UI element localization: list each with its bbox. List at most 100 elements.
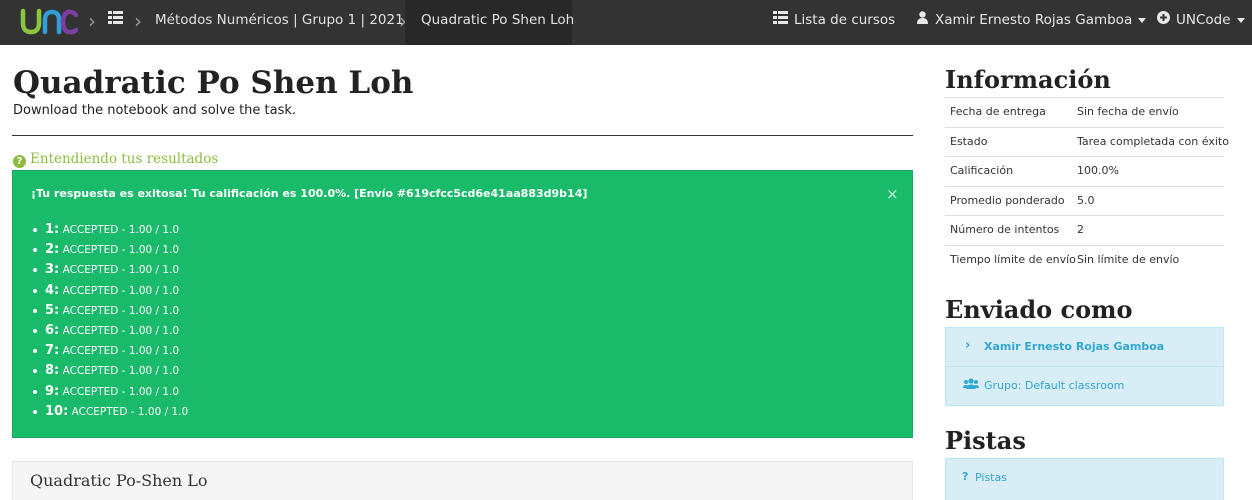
info-value: 100.0% [1077,164,1119,177]
test-status: ACCEPTED - 1.00 / 1.0 [62,365,180,378]
test-result-item: 7: ACCEPTED - 1.00 / 1.0 [33,342,188,362]
hints-item[interactable]: ? Pistas [946,459,1223,498]
test-number: 4: [45,282,60,298]
info-label: Tiempo límite de envío [950,252,1076,266]
test-status: ACCEPTED - 1.00 / 1.0 [71,405,189,418]
submitted-user-label: Xamir Ernesto Rojas Gamboa [984,340,1165,353]
hints-label: Pistas [975,471,1007,484]
user-menu-label: Xamir Ernesto Rojas Gamboa [935,12,1133,28]
info-row: Fecha de entrega Sin fecha de envío [945,97,1224,127]
test-result-item: 6: ACCEPTED - 1.00 / 1.0 [33,322,188,342]
bullet-icon [33,268,37,273]
info-row: Estado Tarea completada con éxito [945,126,1229,157]
divider [12,135,913,136]
breadcrumb-task[interactable]: Quadratic Po Shen Loh [421,11,574,29]
bullet-icon [33,369,37,374]
bullet-icon [33,349,37,354]
info-value: Sin fecha de envío [1077,105,1179,118]
test-status: ACCEPTED - 1.00 / 1.0 [62,385,180,398]
chevron-down-icon [1138,17,1147,23]
question-icon: ? [962,470,969,483]
hints-box: ? Pistas [945,458,1224,500]
breadcrumb-separator-icon: › [88,9,96,33]
test-result-item: 8: ACCEPTED - 1.00 / 1.0 [33,362,188,382]
test-result-item: 3: ACCEPTED - 1.00 / 1.0 [33,261,188,281]
info-label: Fecha de entrega [950,105,1046,118]
test-number: 6: [45,322,60,338]
bullet-icon [33,228,37,232]
submitted-group-item[interactable]: Grupo: Default classroom [946,367,1223,406]
info-row: Tiempo límite de envío Sin límite de env… [945,244,1224,275]
info-row: Calificación 100.0% [945,156,1224,186]
test-status: ACCEPTED - 1.00 / 1.0 [62,304,180,317]
user-menu[interactable]: Xamir Ernesto Rojas Gamboa [935,11,1147,29]
test-result-item: 4: ACCEPTED - 1.00 / 1.0 [33,282,188,302]
user-icon [917,11,928,24]
info-label: Estado [950,134,988,148]
chevron-down-icon [1236,17,1245,23]
list-icon[interactable] [108,11,123,24]
test-number: 3: [45,262,60,278]
courses-list-link[interactable]: Lista de cursos [794,11,895,29]
test-results-list: 1: ACCEPTED - 1.00 / 1.0 2: ACCEPTED - 1… [33,221,188,423]
info-value: Sin límite de envío [1077,252,1180,266]
info-value: Tarea completada con éxito [1077,134,1229,148]
info-heading: Información [945,65,1111,94]
test-number: 8: [45,363,60,379]
test-status: ACCEPTED - 1.00 / 1.0 [62,284,180,297]
question-circle-icon: ? [13,155,26,168]
success-alert: ¡Tu respuesta es exitosa! Tu calificació… [12,170,913,438]
test-status: ACCEPTED - 1.00 / 1.0 [62,244,180,257]
test-status: ACCEPTED - 1.00 / 1.0 [62,264,180,277]
test-number: 2: [45,242,60,258]
test-number: 9: [45,383,60,399]
info-label: Calificación [950,164,1014,177]
info-label: Promedio ponderado [950,193,1065,207]
test-result-item: 1: ACCEPTED - 1.00 / 1.0 [33,221,188,241]
results-help-link[interactable]: ? Entendiendo tus resultados [13,150,218,168]
top-navbar: › › Métodos Numéricos | Grupo 1 | 2021..… [0,0,1252,45]
hints-heading: Pistas [945,426,1026,455]
courses-list-icon [773,11,788,24]
unc-logo[interactable] [20,5,78,37]
bullet-icon [33,288,37,293]
test-number: 7: [45,343,60,359]
results-help-label: Entendiendo tus resultados [30,151,219,167]
bullet-icon [33,308,37,313]
platform-menu[interactable]: UNCode [1176,11,1245,29]
bullet-icon [33,389,37,394]
submitted-user-item[interactable]: › Xamir Ernesto Rojas Gamboa [946,328,1223,367]
test-result-item: 2: ACCEPTED - 1.00 / 1.0 [33,241,188,261]
close-icon[interactable]: × [886,186,899,202]
info-label: Número de intentos [950,223,1060,236]
test-number: 5: [45,302,60,318]
test-number: 1: [45,222,60,237]
test-status: ACCEPTED - 1.00 / 1.0 [62,345,180,358]
info-row: Número de intentos 2 [945,215,1224,245]
info-value: 5.0 [1077,193,1095,207]
breadcrumb-course[interactable]: Métodos Numéricos | Grupo 1 | 2021... [155,11,417,29]
page-subtitle: Download the notebook and solve the task… [13,103,297,118]
test-result-item: 5: ACCEPTED - 1.00 / 1.0 [33,302,188,322]
page-title: Quadratic Po Shen Loh [13,65,414,101]
bullet-icon [33,409,37,414]
test-status: ACCEPTED - 1.00 / 1.0 [62,324,180,337]
info-row: Promedio ponderado 5.0 [945,185,1224,216]
test-result-item: 10: ACCEPTED - 1.00 / 1.0 [33,403,188,423]
bullet-icon [33,328,37,333]
chevron-right-icon: › [965,338,971,353]
test-result-item: 9: ACCEPTED - 1.00 / 1.0 [33,383,188,403]
breadcrumb-separator-icon: › [134,9,142,33]
submitted-heading: Enviado como [945,295,1133,324]
info-value: 2 [1077,223,1084,236]
test-status: ACCEPTED - 1.00 / 1.0 [62,224,180,236]
success-message: ¡Tu respuesta es exitosa! Tu calificació… [31,187,588,200]
plus-circle-icon [1157,11,1170,24]
group-icon [963,378,979,389]
bullet-icon [33,248,37,253]
panel-title: Quadratic Po-Shen Lo [30,471,208,490]
test-number: 10: [45,403,69,419]
task-content-panel: Quadratic Po-Shen Lo [12,461,913,500]
submitted-as-box: › Xamir Ernesto Rojas Gamboa Grupo: Defa… [945,327,1224,406]
platform-menu-label: UNCode [1176,12,1231,28]
